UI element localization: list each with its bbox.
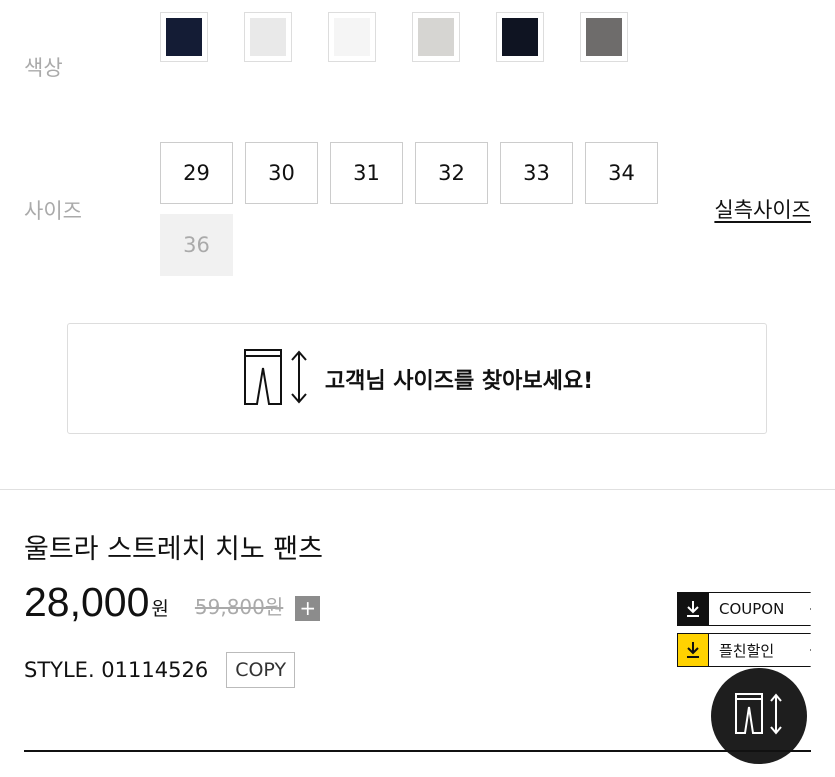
sale-price: 28,000 <box>24 579 150 625</box>
size-option-30[interactable]: 30 <box>245 142 318 204</box>
size-option-29[interactable]: 29 <box>160 142 233 204</box>
size-finder-button[interactable]: 고객님 사이즈를 찾아보세요! <box>67 323 767 434</box>
download-icon <box>677 633 709 667</box>
price-unit: 원 <box>151 598 169 620</box>
size-guide-link[interactable]: 실측사이즈 <box>714 194 811 224</box>
size-label: 사이즈 <box>24 199 82 223</box>
size-option-32[interactable]: 32 <box>415 142 488 204</box>
size-option-31[interactable]: 31 <box>330 142 403 204</box>
size-option-36: 36 <box>160 214 233 276</box>
style-number: STYLE. 01114526 <box>24 658 209 682</box>
coupon-download-button[interactable]: COUPON <box>677 592 811 626</box>
section-divider <box>0 489 835 490</box>
size-option-33[interactable]: 33 <box>500 142 573 204</box>
bottom-divider <box>24 750 811 752</box>
color-swatches <box>160 12 628 62</box>
swatch-navy[interactable] <box>160 12 208 62</box>
price-row: 28,000 원 59,800원 + <box>24 579 321 625</box>
style-row: STYLE. 01114526 COPY <box>24 652 296 688</box>
product-name: 울트라 스트레치 치노 팬츠 <box>24 534 323 565</box>
swatch-dark-navy[interactable] <box>496 12 544 62</box>
pants-ruler-icon <box>241 346 311 412</box>
swatch-stone[interactable] <box>412 12 460 62</box>
copy-style-button[interactable]: COPY <box>226 652 296 688</box>
swatch-charcoal[interactable] <box>580 12 628 62</box>
original-price: 59,800원 <box>194 595 284 619</box>
friend-discount-button[interactable]: 플친할인 <box>677 633 811 667</box>
download-icon <box>677 592 709 626</box>
price-detail-plus-button[interactable]: + <box>295 596 321 621</box>
pants-ruler-icon <box>733 691 785 741</box>
color-label: 색상 <box>24 56 63 80</box>
swatch-white[interactable] <box>328 12 376 62</box>
size-option-34[interactable]: 34 <box>585 142 658 204</box>
size-options: 29 30 31 32 33 34 36 <box>160 142 660 276</box>
friend-discount-label: 플친할인 <box>709 633 811 667</box>
coupon-label: COUPON <box>709 592 811 626</box>
swatch-light-gray[interactable] <box>244 12 292 62</box>
size-finder-text: 고객님 사이즈를 찾아보세요! <box>324 368 594 394</box>
